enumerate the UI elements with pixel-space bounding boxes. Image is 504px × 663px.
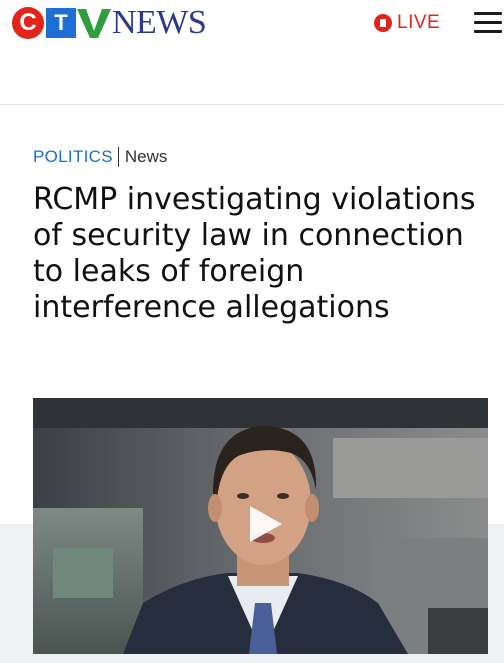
site-header: C T NEWS LIVE <box>0 0 504 105</box>
live-button[interactable]: LIVE <box>374 10 440 36</box>
logo-t-mark: T <box>46 8 76 38</box>
breadcrumb-divider <box>117 147 119 167</box>
hamburger-menu-icon[interactable] <box>474 12 502 34</box>
breadcrumb: POLITICS News <box>33 146 167 168</box>
live-label: LIVE <box>397 12 441 33</box>
article-headline: RCMP investigating violations of securit… <box>33 182 476 325</box>
lock-icon <box>374 14 392 32</box>
logo-news-text: NEWS <box>112 4 207 41</box>
play-icon[interactable] <box>244 504 284 544</box>
breadcrumb-section-link[interactable]: POLITICS <box>33 147 113 167</box>
breadcrumb-subsection-link[interactable]: News <box>125 147 168 167</box>
logo-c-mark: C <box>12 7 44 39</box>
ctv-news-logo[interactable]: C T NEWS <box>12 4 207 41</box>
logo-v-mark <box>77 9 111 38</box>
